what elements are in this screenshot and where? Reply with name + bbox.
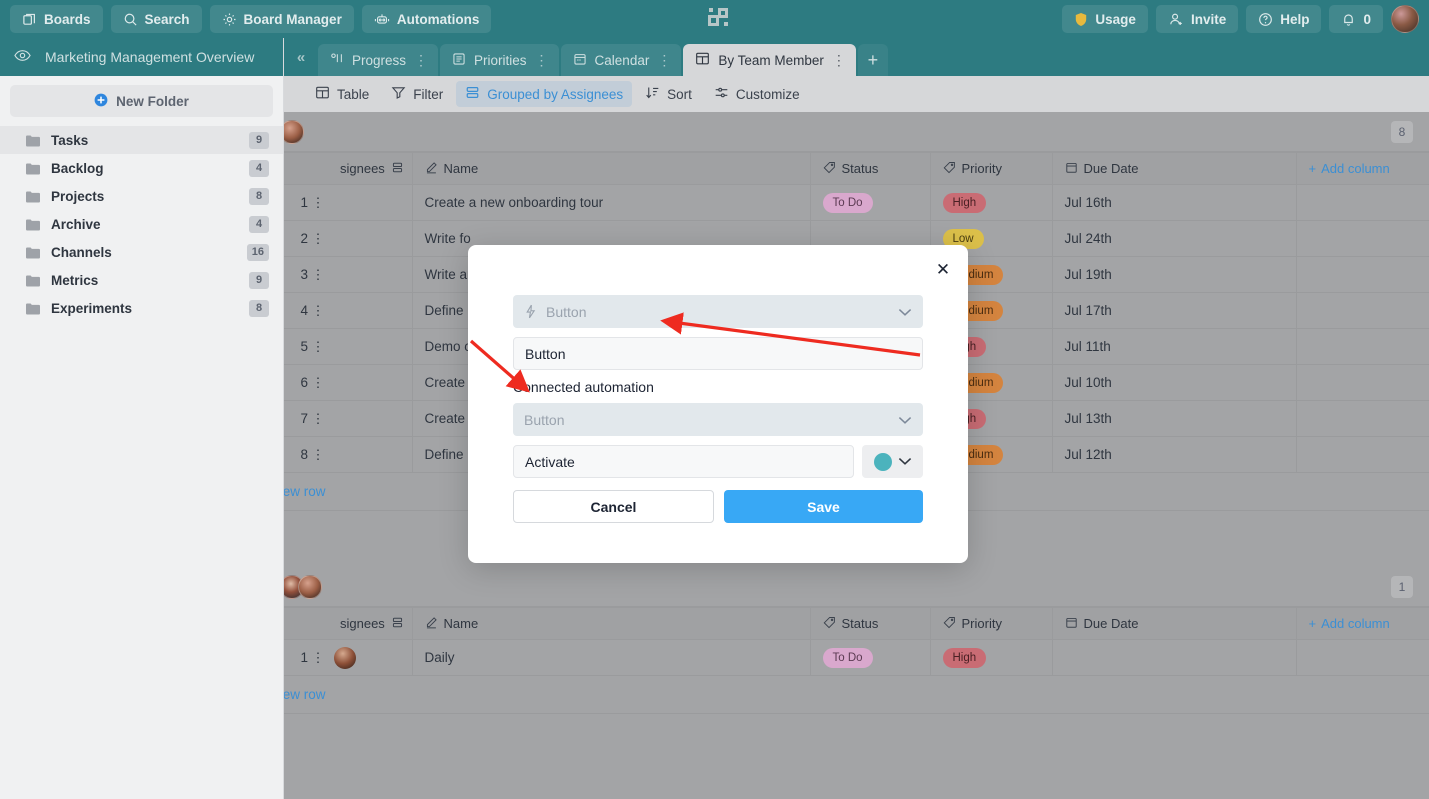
trigger-type-value: Button bbox=[546, 303, 587, 320]
lightning-bolt-icon bbox=[524, 304, 537, 319]
chevron-down-icon bbox=[898, 412, 912, 428]
save-button[interactable]: Save bbox=[724, 490, 923, 523]
button-name-value: Button bbox=[525, 345, 566, 362]
app-root: Boards Search Board Manager Automations … bbox=[0, 0, 1429, 799]
chevron-down-icon bbox=[898, 453, 912, 471]
button-name-input[interactable]: Button bbox=[513, 337, 923, 370]
modal-body: Button Button Connected automation Butto… bbox=[468, 245, 968, 523]
action-label-input[interactable]: Activate bbox=[513, 445, 854, 478]
button-settings-modal: ✕ Button Button Connected automation But… bbox=[468, 245, 968, 563]
modal-actions: Cancel Save bbox=[513, 490, 923, 523]
color-picker[interactable] bbox=[862, 445, 923, 478]
connected-automation-value: Button bbox=[524, 411, 565, 428]
cancel-button[interactable]: Cancel bbox=[513, 490, 714, 523]
action-label-value: Activate bbox=[525, 453, 575, 470]
connected-automation-label: Connected automation bbox=[513, 379, 654, 395]
chevron-down-icon bbox=[898, 304, 912, 320]
selected-color-swatch bbox=[873, 452, 892, 471]
trigger-type-select[interactable]: Button bbox=[513, 295, 923, 328]
close-icon[interactable]: ✕ bbox=[930, 257, 956, 283]
action-row: Activate bbox=[513, 445, 923, 478]
connected-automation-select[interactable]: Button bbox=[513, 403, 923, 436]
